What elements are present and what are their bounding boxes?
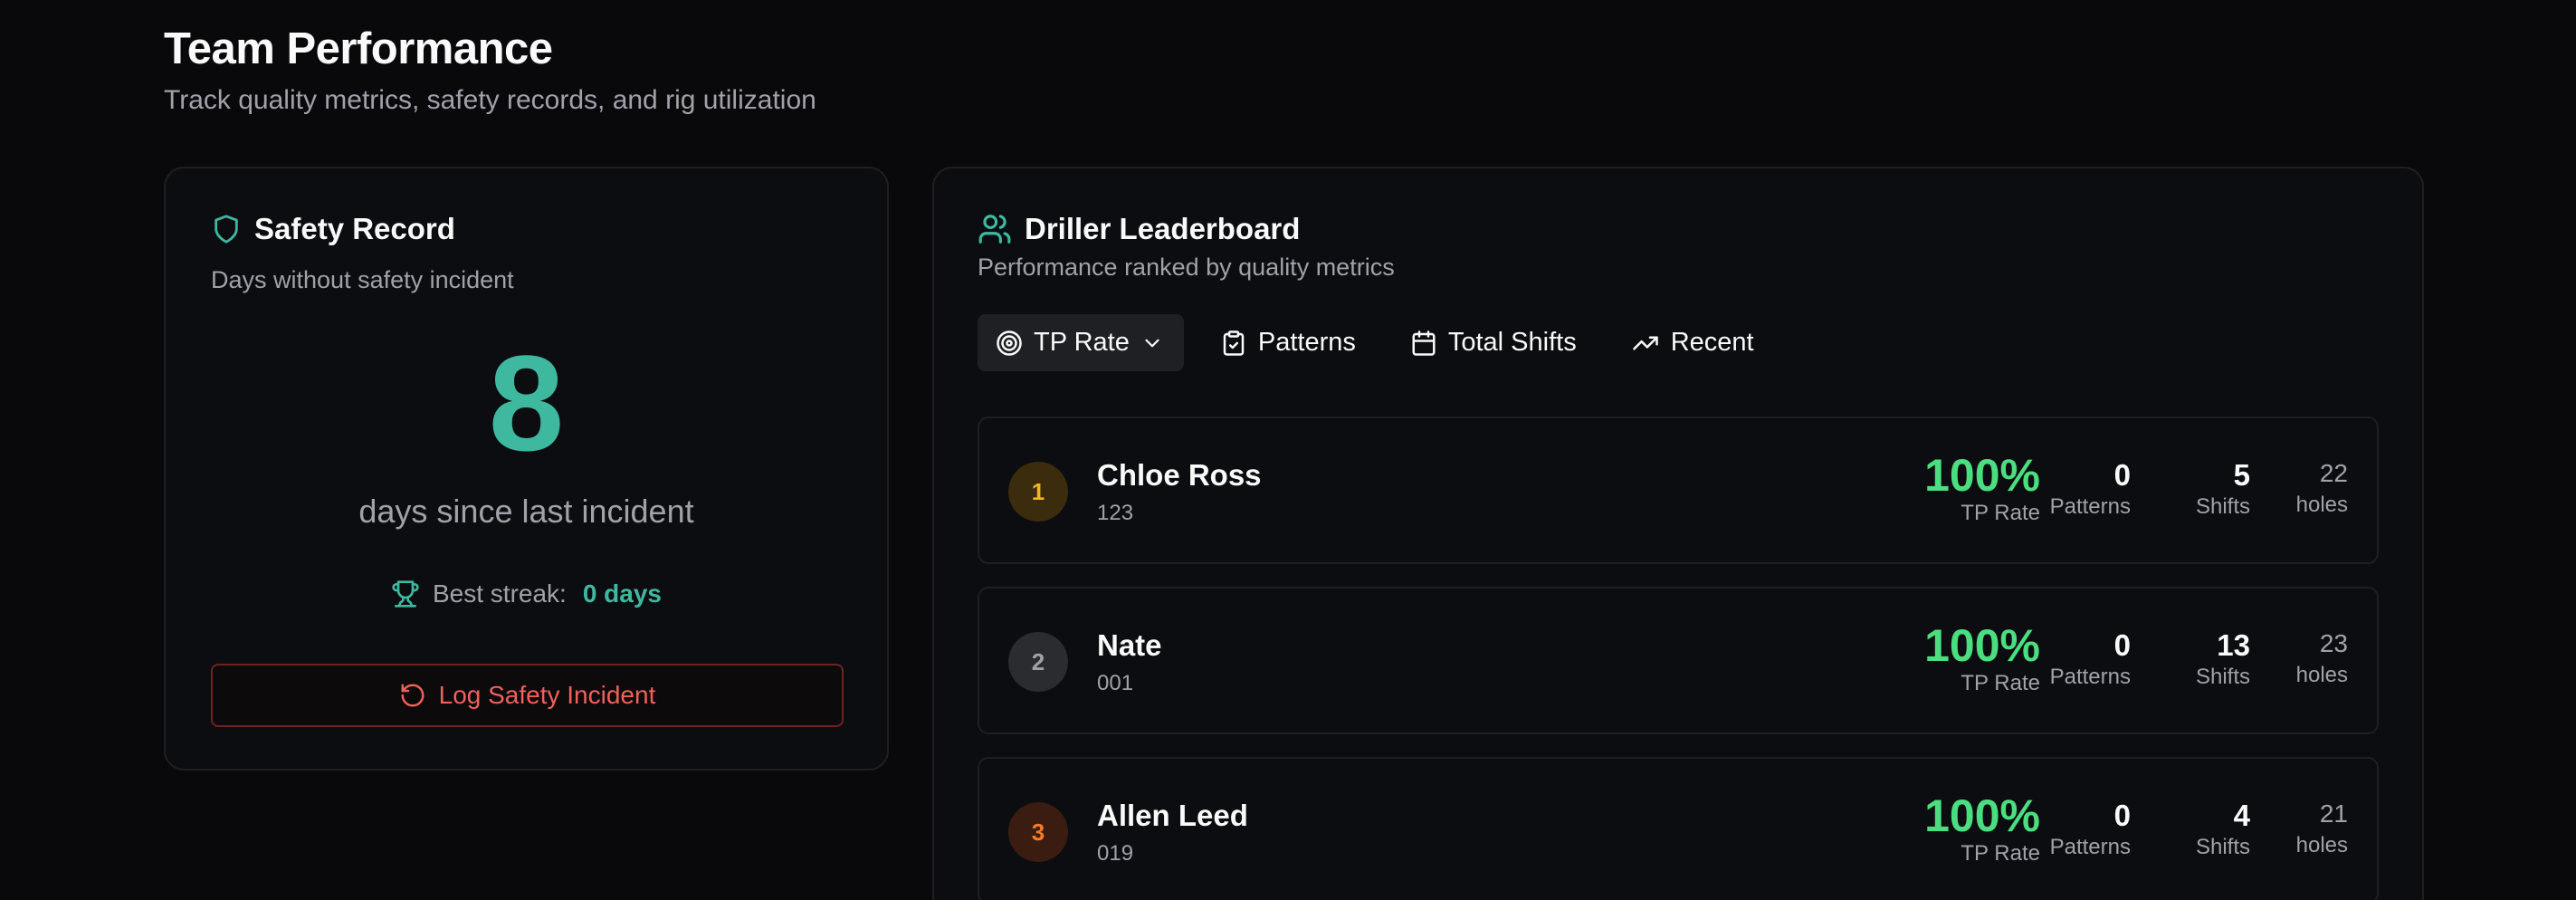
patterns-value: 0 bbox=[2113, 458, 2131, 492]
page-title: Team Performance bbox=[164, 24, 553, 73]
patterns-stat: 0 Patterns bbox=[2050, 799, 2131, 862]
holes-value: 21 bbox=[2319, 799, 2348, 828]
leaderboard-rows: 1 Chloe Ross 123 100% TP Rate 0 Patterns… bbox=[978, 416, 2379, 900]
sort-options: TP Rate Patterns Total Shifts Recent bbox=[978, 314, 1772, 371]
safety-record-card: Safety Record Days without safety incide… bbox=[164, 167, 889, 771]
tp-rate-value: 100% bbox=[1924, 450, 2040, 501]
holes-value: 23 bbox=[2319, 629, 2348, 657]
leaderboard-header: Driller Leaderboard bbox=[978, 212, 1300, 246]
shifts-value: 13 bbox=[2217, 628, 2250, 662]
days-caption: days since last incident bbox=[358, 493, 694, 530]
driller-leaderboard-card: Driller Leaderboard Performance ranked b… bbox=[932, 167, 2424, 900]
shifts-value: 5 bbox=[2233, 458, 2250, 492]
shield-icon bbox=[211, 212, 242, 246]
tp-rate-stat: 100% TP Rate bbox=[1924, 791, 2040, 867]
safety-card-title: Safety Record bbox=[254, 212, 455, 245]
leaderboard-row[interactable]: 2 Nate 001 100% TP Rate 0 Patterns 13 Sh… bbox=[978, 587, 2379, 734]
tp-rate-stat: 100% TP Rate bbox=[1924, 621, 2040, 697]
days-count: 8 bbox=[488, 327, 565, 479]
holes-stat: 21 holes bbox=[2296, 797, 2348, 860]
page-subtitle: Track quality metrics, safety records, a… bbox=[164, 85, 816, 115]
sort-total-shifts-button[interactable]: Total Shifts bbox=[1392, 314, 1595, 371]
patterns-label: Patterns bbox=[2049, 494, 2131, 519]
patterns-label: Patterns bbox=[2049, 835, 2131, 859]
shifts-label: Shifts bbox=[2195, 494, 2250, 519]
target-icon bbox=[996, 330, 1023, 357]
tp-rate-value: 100% bbox=[1924, 620, 2040, 671]
shifts-stat: 13 Shifts bbox=[2196, 628, 2250, 692]
clipboard-check-icon bbox=[1220, 330, 1247, 357]
driller-id: 019 bbox=[1097, 841, 1134, 866]
shifts-label: Shifts bbox=[2195, 665, 2250, 689]
driller-name: Chloe Ross bbox=[1097, 458, 1262, 492]
shifts-value: 4 bbox=[2233, 799, 2250, 832]
sort-recent-label: Recent bbox=[1670, 328, 1754, 357]
log-safety-incident-button[interactable]: Log Safety Incident bbox=[211, 664, 844, 727]
driller-id: 001 bbox=[1097, 671, 1134, 695]
rotate-ccw-icon bbox=[399, 682, 426, 709]
holes-stat: 23 holes bbox=[2296, 627, 2348, 690]
holes-label: holes bbox=[2295, 833, 2348, 857]
streak-value: 0 days bbox=[582, 579, 662, 608]
leaderboard-row[interactable]: 1 Chloe Ross 123 100% TP Rate 0 Patterns… bbox=[978, 416, 2379, 564]
sort-patterns-label: Patterns bbox=[1257, 328, 1356, 357]
calendar-icon bbox=[1410, 330, 1437, 357]
shifts-label: Shifts bbox=[2195, 835, 2250, 859]
patterns-label: Patterns bbox=[2049, 665, 2131, 689]
patterns-value: 0 bbox=[2113, 628, 2131, 662]
tp-rate-label: TP Rate bbox=[1961, 841, 2040, 866]
log-button-label: Log Safety Incident bbox=[438, 681, 656, 709]
sort-tp-rate-label: TP Rate bbox=[1034, 328, 1130, 357]
holes-label: holes bbox=[2295, 493, 2348, 517]
driller-name: Nate bbox=[1097, 628, 1162, 662]
tp-rate-label: TP Rate bbox=[1961, 501, 2040, 525]
patterns-stat: 0 Patterns bbox=[2050, 458, 2131, 522]
safety-card-description: Days without safety incident bbox=[211, 266, 514, 293]
patterns-value: 0 bbox=[2113, 799, 2131, 832]
shifts-stat: 5 Shifts bbox=[2196, 458, 2250, 522]
tp-rate-value: 100% bbox=[1924, 790, 2040, 841]
leaderboard-title: Driller Leaderboard bbox=[1025, 212, 1301, 245]
holes-stat: 22 holes bbox=[2296, 456, 2348, 520]
driller-id: 123 bbox=[1097, 501, 1134, 525]
chevron-down-icon bbox=[1140, 331, 1164, 355]
sort-recent-button[interactable]: Recent bbox=[1613, 314, 1772, 371]
trending-up-icon bbox=[1631, 330, 1660, 357]
patterns-stat: 0 Patterns bbox=[2050, 628, 2131, 692]
driller-name: Allen Leed bbox=[1097, 799, 1248, 832]
sort-tp-rate-button[interactable]: TP Rate bbox=[978, 314, 1184, 371]
holes-label: holes bbox=[2295, 663, 2348, 687]
shifts-stat: 4 Shifts bbox=[2196, 799, 2250, 862]
sort-patterns-button[interactable]: Patterns bbox=[1202, 314, 1374, 371]
safety-card-header: Safety Record bbox=[211, 212, 455, 246]
leaderboard-description: Performance ranked by quality metrics bbox=[978, 254, 1395, 281]
best-streak: Best streak: 0 days bbox=[166, 579, 887, 608]
tp-rate-label: TP Rate bbox=[1961, 671, 2040, 695]
users-icon bbox=[978, 212, 1012, 246]
trophy-icon bbox=[391, 579, 420, 608]
sort-total-shifts-label: Total Shifts bbox=[1447, 328, 1577, 357]
rank-badge: 3 bbox=[1008, 802, 1068, 862]
streak-label: Best streak: bbox=[432, 579, 567, 608]
holes-value: 22 bbox=[2319, 459, 2348, 487]
rank-badge: 1 bbox=[1008, 462, 1068, 522]
leaderboard-row[interactable]: 3 Allen Leed 019 100% TP Rate 0 Patterns… bbox=[978, 757, 2379, 900]
rank-badge: 2 bbox=[1008, 632, 1068, 692]
tp-rate-stat: 100% TP Rate bbox=[1924, 451, 2040, 527]
